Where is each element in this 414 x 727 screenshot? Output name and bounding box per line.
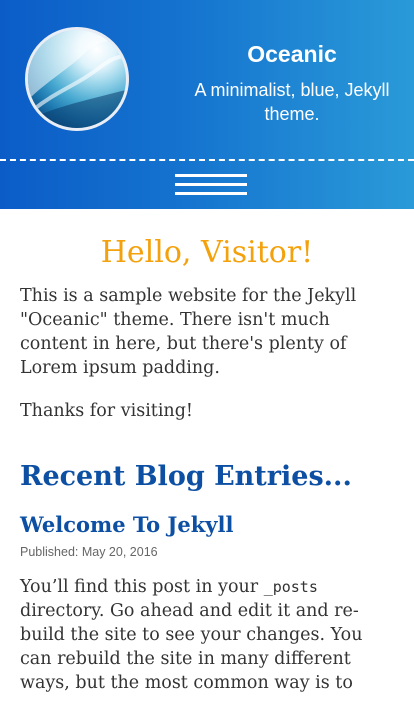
recent-entries-heading: Recent Blog Entries... (20, 461, 352, 492)
hamburger-menu-icon[interactable] (175, 174, 247, 196)
excerpt-code: _posts (263, 578, 318, 596)
post-publish-date: Published: May 20, 2016 (20, 545, 158, 559)
site-title[interactable]: Oceanic (170, 38, 414, 70)
menu-bar (175, 192, 247, 195)
post-title-link[interactable]: Welcome To Jekyll (20, 510, 394, 540)
greeting-heading: Hello, Visitor! (100, 235, 314, 270)
menu-bar (175, 183, 247, 186)
menu-bar (175, 174, 247, 177)
thanks-paragraph: Thanks for visiting! (20, 401, 193, 421)
intro-paragraph: This is a sample website for the Jekyll … (20, 286, 357, 378)
site-header: Oceanic A minimalist, blue, Jekyll theme… (0, 0, 414, 209)
main-content: Hello, Visitor! This is a sample website… (0, 233, 414, 695)
excerpt-text: directory. Go ahead and edit it and re-b… (20, 601, 363, 693)
ocean-wave-icon[interactable] (25, 27, 129, 131)
post-item: Welcome To Jekyll Published: May 20, 201… (20, 510, 394, 695)
post-excerpt: You’ll find this post in your _posts dir… (20, 575, 394, 695)
site-tagline: A minimalist, blue, Jekyll theme. (194, 80, 390, 124)
excerpt-text: You’ll find this post in your (20, 577, 264, 597)
header-divider (0, 159, 414, 161)
avatar-wave-graphic (28, 30, 126, 128)
